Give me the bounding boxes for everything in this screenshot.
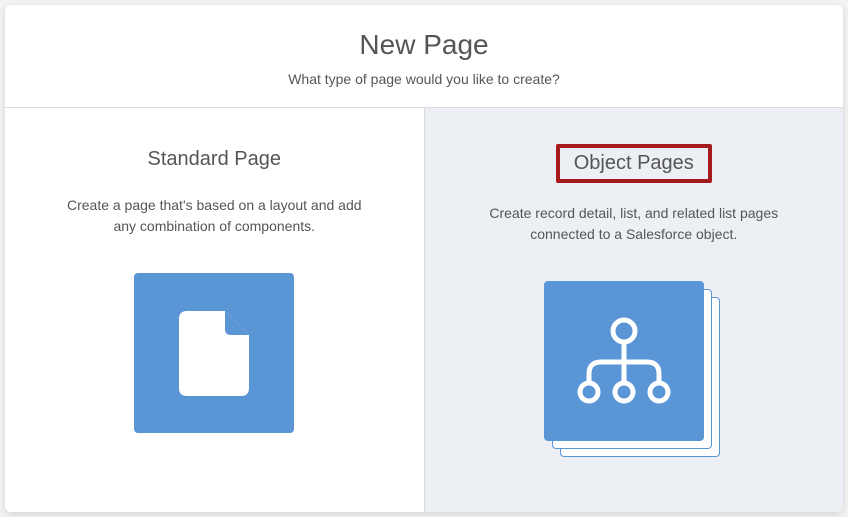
option-object-description: Create record detail, list, and related … [479, 203, 789, 245]
object-pages-tile-stack [544, 281, 724, 461]
page-icon-tile [134, 273, 294, 433]
page-icon [179, 311, 249, 396]
new-page-modal: New Page What type of page would you lik… [5, 5, 843, 512]
option-object-title: Object Pages [556, 144, 712, 183]
option-standard-page[interactable]: Standard Page Create a page that's based… [5, 108, 424, 512]
hierarchy-icon [574, 316, 674, 406]
option-object-pages[interactable]: Object Pages Create record detail, list,… [425, 108, 844, 512]
modal-header: New Page What type of page would you lik… [5, 5, 843, 108]
option-standard-title: Standard Page [134, 144, 295, 175]
standard-page-tile [124, 273, 304, 453]
modal-title: New Page [25, 29, 823, 61]
modal-subtitle: What type of page would you like to crea… [25, 71, 823, 87]
options-row: Standard Page Create a page that's based… [5, 108, 843, 512]
option-standard-description: Create a page that's based on a layout a… [59, 195, 369, 237]
object-icon-tile [544, 281, 704, 441]
